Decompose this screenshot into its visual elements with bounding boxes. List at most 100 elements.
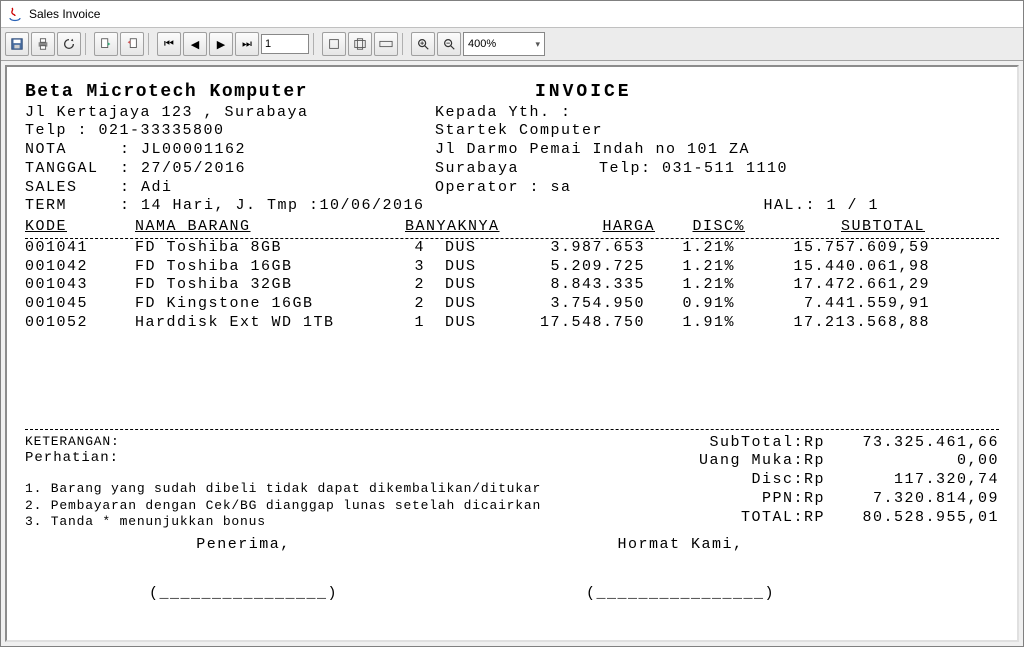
cell-nama: FD Kingstone 16GB: [135, 295, 395, 314]
cell-disc: 0.91%: [645, 295, 735, 314]
sign-line-left: (________________): [25, 585, 462, 604]
cell-kode: 001045: [25, 295, 135, 314]
th-harga: HARGA: [515, 218, 655, 237]
phone-label: Telp :: [25, 122, 99, 139]
cell-unit: DUS: [425, 314, 505, 333]
hormat-label: Hormat Kami,: [462, 536, 899, 555]
recipient-kepada: Kepada Yth. :: [435, 104, 999, 123]
cell-harga: 8.843.335: [505, 276, 645, 295]
total-label: TOTAL:RP: [741, 509, 829, 528]
zoom-out-icon[interactable]: [437, 32, 461, 56]
invoice-document: Beta Microtech Komputer INVOICE Jl Kerta…: [7, 67, 1017, 618]
cell-nama: FD Toshiba 8GB: [135, 239, 395, 258]
cell-disc: 1.21%: [645, 258, 735, 277]
cell-sub: 17.472.661,29: [735, 276, 930, 295]
cell-unit: DUS: [425, 295, 505, 314]
cell-qty: 2: [395, 295, 425, 314]
cell-qty: 2: [395, 276, 425, 295]
recipient-address: Jl Darmo Pemai Indah no 101 ZA: [435, 141, 999, 160]
prev-page-icon[interactable]: ◀: [183, 32, 207, 56]
company-phone: 021-33335800: [99, 122, 225, 139]
first-page-icon[interactable]: ⏮: [157, 32, 181, 56]
cell-unit: DUS: [425, 258, 505, 277]
import-icon[interactable]: [120, 32, 144, 56]
note-3: 3. Tanda * menunjukkan bonus: [25, 514, 515, 530]
uangmuka-value: 0,00: [829, 452, 999, 471]
cell-harga: 3.987.653: [505, 239, 645, 258]
perhatian-label: Perhatian:: [25, 450, 515, 468]
th-qty: BANYAKNYA: [405, 218, 515, 237]
cell-unit: DUS: [425, 239, 505, 258]
subtotal-label: SubTotal:Rp: [709, 434, 829, 453]
ppn-label: PPN:Rp: [762, 490, 829, 509]
sales-label: SALES: [25, 179, 120, 198]
cell-qty: 4: [395, 239, 425, 258]
cell-qty: 1: [395, 314, 425, 333]
cell-sub: 17.213.568,88: [735, 314, 930, 333]
recipient-name: Startek Computer: [435, 122, 999, 141]
page-number-input[interactable]: [261, 34, 309, 54]
cell-unit: DUS: [425, 276, 505, 295]
titlebar: Sales Invoice: [1, 1, 1023, 28]
cell-nama: Harddisk Ext WD 1TB: [135, 314, 395, 333]
uangmuka-label: Uang Muka:Rp: [699, 452, 829, 471]
recipient-city: Surabaya: [435, 160, 519, 177]
keterangan-label: KETERANGAN:: [25, 434, 515, 450]
next-page-icon[interactable]: ▶: [209, 32, 233, 56]
recipient-phone-label: Telp:: [599, 160, 662, 177]
app-window: Sales Invoice ⏮ ◀ ▶ ⏭ 400% Beta Microtec…: [0, 0, 1024, 647]
penerima-label: Penerima,: [25, 536, 462, 555]
actual-size-icon[interactable]: [322, 32, 346, 56]
window-title: Sales Invoice: [29, 7, 100, 21]
th-sub: SUBTOTAL: [745, 218, 925, 237]
export-icon[interactable]: [94, 32, 118, 56]
note-2: 2. Pembayaran dengan Cek/BG dianggap lun…: [25, 498, 515, 514]
save-icon[interactable]: [5, 32, 29, 56]
table-row: 001045FD Kingstone 16GB2DUS3.754.9500.91…: [25, 295, 999, 314]
tanggal-label: TANGGAL: [25, 160, 120, 179]
cell-harga: 17.548.750: [505, 314, 645, 333]
print-icon[interactable]: [31, 32, 55, 56]
fit-width-icon[interactable]: [374, 32, 398, 56]
operator-label: Operator :: [435, 179, 551, 196]
doc-type: INVOICE: [535, 81, 632, 104]
cell-disc: 1.21%: [645, 239, 735, 258]
note-1: 1. Barang yang sudah dibeli tidak dapat …: [25, 481, 515, 497]
company-name: Beta Microtech Komputer: [25, 81, 435, 104]
last-page-icon[interactable]: ⏭: [235, 32, 259, 56]
sales-value: Adi: [141, 179, 173, 196]
table-row: 001043FD Toshiba 32GB2DUS8.843.3351.21%1…: [25, 276, 999, 295]
nota-value: JL00001162: [141, 141, 246, 158]
cell-kode: 001052: [25, 314, 135, 333]
subtotal-value: 73.325.461,66: [829, 434, 999, 453]
th-nama: NAMA BARANG: [135, 218, 405, 237]
fit-page-icon[interactable]: [348, 32, 372, 56]
toolbar: ⏮ ◀ ▶ ⏭ 400%: [1, 28, 1023, 61]
th-kode: KODE: [25, 218, 135, 237]
items-list: 001041FD Toshiba 8GB4DUS3.987.6531.21%15…: [25, 239, 999, 333]
cell-sub: 7.441.559,91: [735, 295, 930, 314]
document-viewport: Beta Microtech Komputer INVOICE Jl Kerta…: [5, 65, 1019, 642]
operator-value: sa: [551, 179, 572, 196]
zoom-in-icon[interactable]: [411, 32, 435, 56]
term-label: TERM: [25, 197, 120, 216]
sign-line-right: (________________): [462, 585, 899, 604]
cell-harga: 5.209.725: [505, 258, 645, 277]
java-icon: [7, 6, 23, 22]
cell-nama: FD Toshiba 32GB: [135, 276, 395, 295]
cell-qty: 3: [395, 258, 425, 277]
ppn-value: 7.320.814,09: [829, 490, 999, 509]
separator-line: [25, 429, 999, 430]
disc-label: Disc:Rp: [751, 471, 829, 490]
cell-nama: FD Toshiba 16GB: [135, 258, 395, 277]
zoom-select[interactable]: 400%: [463, 32, 545, 56]
hal-label: HAL.:: [763, 197, 826, 214]
tanggal-value: 27/05/2016: [141, 160, 246, 177]
cell-disc: 1.91%: [645, 314, 735, 333]
nota-label: NOTA: [25, 141, 120, 160]
table-header: KODE NAMA BARANG BANYAKNYA HARGA DISC% S…: [25, 218, 999, 239]
hal-value: 1 / 1: [826, 197, 879, 214]
refresh-icon[interactable]: [57, 32, 81, 56]
disc-value: 117.320,74: [829, 471, 999, 490]
cell-sub: 15.440.061,98: [735, 258, 930, 277]
